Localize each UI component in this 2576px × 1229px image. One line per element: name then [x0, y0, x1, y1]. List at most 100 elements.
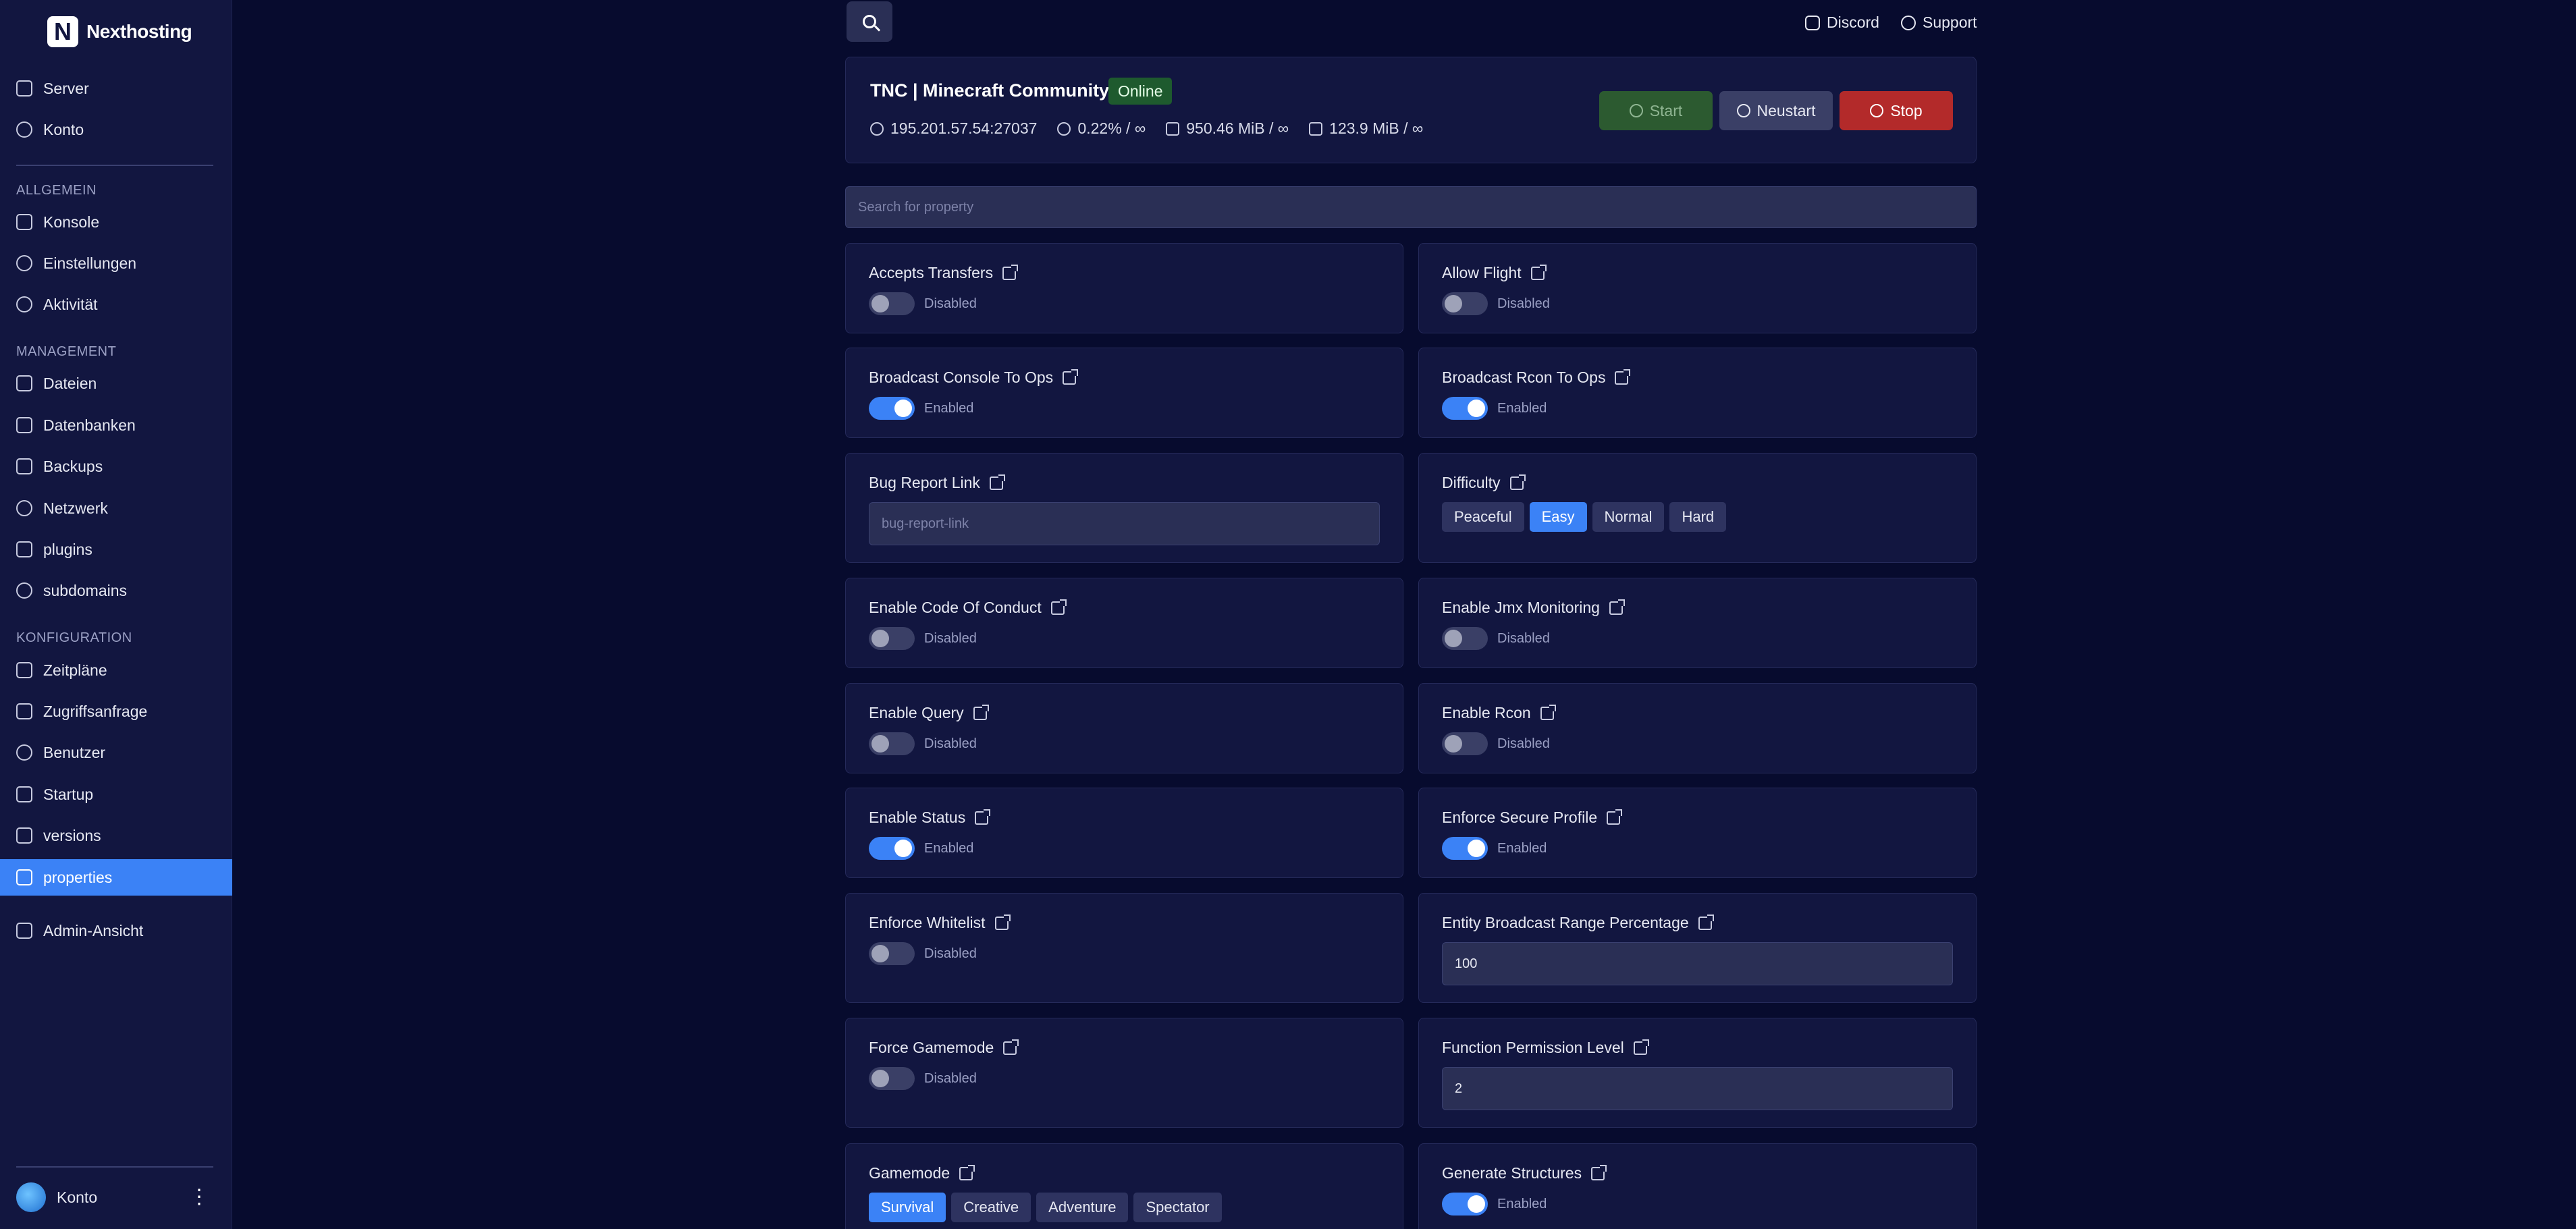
- sidebar-item-netzwerk[interactable]: Netzwerk: [0, 490, 232, 526]
- external-link-icon[interactable]: [975, 809, 991, 825]
- archive-icon: [16, 458, 32, 474]
- toggle-switch[interactable]: [869, 627, 915, 650]
- toggle-switch[interactable]: [1442, 1193, 1488, 1216]
- property-card-accepts-transfers: Accepts Transfers Disabled: [845, 243, 1403, 333]
- sidebar-item-zeitplaene[interactable]: Zeitpläne: [0, 652, 232, 688]
- gamemode-option-creative[interactable]: Creative: [951, 1193, 1031, 1222]
- external-link-icon[interactable]: [1607, 809, 1623, 825]
- toggle-switch[interactable]: [1442, 627, 1488, 650]
- external-link-icon[interactable]: [1540, 704, 1556, 720]
- sidebar-item-konsole[interactable]: Konsole: [0, 204, 232, 240]
- external-link-icon[interactable]: [1615, 368, 1631, 385]
- gamemode-option-survival[interactable]: Survival: [869, 1193, 946, 1222]
- disk-icon: [1309, 121, 1323, 136]
- sidebar-item-subdomains[interactable]: subdomains: [0, 572, 232, 609]
- sidebar-item-einstellungen[interactable]: Einstellungen: [0, 245, 232, 281]
- sidebar-item-server[interactable]: Server: [0, 70, 232, 107]
- account-menu[interactable]: Konto: [16, 1182, 97, 1212]
- property-search-input[interactable]: [845, 186, 1977, 228]
- property-toggle-row: Enabled: [1442, 837, 1547, 860]
- toggle-switch[interactable]: [869, 397, 915, 420]
- toggle-switch[interactable]: [1442, 732, 1488, 755]
- sidebar-item-label: Startup: [43, 785, 94, 803]
- toggle-switch[interactable]: [1442, 397, 1488, 420]
- sidebar-item-konto[interactable]: Konto: [0, 111, 232, 148]
- sidebar-item-startup[interactable]: Startup: [0, 776, 232, 813]
- external-link-icon[interactable]: [1063, 368, 1079, 385]
- sidebar-item-backups[interactable]: Backups: [0, 448, 232, 485]
- sidebar-divider: [16, 1166, 213, 1168]
- sidebar-item-properties[interactable]: properties: [0, 859, 232, 896]
- property-label: Enable Status: [869, 809, 966, 826]
- sidebar-item-datenbanken[interactable]: Datenbanken: [0, 407, 232, 443]
- difficulty-option-hard[interactable]: Hard: [1669, 502, 1727, 532]
- external-link-icon[interactable]: [989, 474, 1005, 490]
- property-toggle-row: Disabled: [1442, 732, 1550, 755]
- external-link-icon[interactable]: [1509, 474, 1526, 490]
- server-address[interactable]: 195.201.57.54:27037: [890, 119, 1037, 138]
- toggle-switch[interactable]: [869, 292, 915, 315]
- restart-button[interactable]: Neustart: [1719, 91, 1833, 130]
- more-options-icon[interactable]: ⋮: [189, 1186, 209, 1211]
- sidebar-item-aktivitaet[interactable]: Aktivität: [0, 286, 232, 323]
- difficulty-option-peaceful[interactable]: Peaceful: [1442, 502, 1524, 532]
- support-link[interactable]: Support: [1901, 13, 1977, 32]
- layers-icon: [16, 827, 32, 844]
- stop-icon: [1870, 104, 1884, 117]
- address-stat: 195.201.57.54:27037: [870, 119, 1037, 138]
- memory-usage: 950.46 MiB / ∞: [1186, 119, 1289, 137]
- external-link-icon[interactable]: [1591, 1164, 1607, 1180]
- sidebar-item-versions[interactable]: versions: [0, 817, 232, 854]
- sidebar-item-zugriffsanfrage[interactable]: Zugriffsanfrage: [0, 693, 232, 730]
- sidebar-item-label: Konsole: [43, 213, 100, 231]
- brand-logo[interactable]: N Nexthosting: [47, 16, 192, 47]
- sidebar-item-label: versions: [43, 826, 101, 844]
- toggle-switch[interactable]: [869, 942, 915, 965]
- stop-button[interactable]: Stop: [1840, 91, 1953, 130]
- external-link-icon[interactable]: [1002, 264, 1019, 280]
- toggle-knob: [1468, 840, 1485, 857]
- sidebar-item-label: Server: [43, 79, 89, 97]
- difficulty-option-easy[interactable]: Easy: [1529, 502, 1587, 532]
- toggle-switch[interactable]: [869, 732, 915, 755]
- external-link-icon[interactable]: [1698, 914, 1714, 930]
- external-link-icon[interactable]: [1530, 264, 1547, 280]
- property-card-enforce-secure-profile: Enforce Secure Profile Enabled: [1418, 788, 1977, 878]
- sidebar-item-label: Dateien: [43, 374, 97, 392]
- external-link-icon[interactable]: [994, 914, 1011, 930]
- toggle-switch[interactable]: [869, 1067, 915, 1090]
- external-link-icon[interactable]: [1003, 1039, 1019, 1055]
- external-link-icon[interactable]: [1609, 599, 1625, 615]
- sidebar-item-label: Netzwerk: [43, 499, 108, 517]
- admin-view-link[interactable]: Admin-Ansicht: [0, 912, 232, 949]
- difficulty-selector: Peaceful Easy Normal Hard: [1442, 502, 1727, 532]
- sidebar-item-benutzer[interactable]: Benutzer: [0, 734, 232, 771]
- start-button[interactable]: Start: [1599, 91, 1713, 130]
- sidebar-item-plugins[interactable]: plugins: [0, 531, 232, 568]
- entity-broadcast-range-input[interactable]: [1442, 942, 1953, 985]
- sidebar-item-label: properties: [43, 868, 113, 886]
- property-toggle-row: Disabled: [869, 732, 977, 755]
- toggle-knob: [871, 735, 889, 753]
- external-link-icon[interactable]: [973, 704, 989, 720]
- gamemode-option-adventure[interactable]: Adventure: [1036, 1193, 1129, 1222]
- toggle-switch[interactable]: [1442, 292, 1488, 315]
- sidebar-item-dateien[interactable]: Dateien: [0, 365, 232, 402]
- property-title: Bug Report Link: [869, 474, 1005, 492]
- function-permission-level-input[interactable]: [1442, 1067, 1953, 1110]
- network-icon: [16, 500, 32, 516]
- gamemode-option-spectator[interactable]: Spectator: [1133, 1193, 1222, 1222]
- discord-link[interactable]: Discord: [1805, 13, 1879, 32]
- difficulty-option-normal[interactable]: Normal: [1592, 502, 1665, 532]
- search-button[interactable]: [847, 1, 892, 42]
- external-link-icon[interactable]: [959, 1164, 975, 1180]
- toggle-switch[interactable]: [869, 837, 915, 860]
- section-label-management: MANAGEMENT: [16, 344, 117, 359]
- external-link-icon[interactable]: [1050, 599, 1067, 615]
- property-label: Enforce Secure Profile: [1442, 809, 1598, 826]
- account-label: Konto: [57, 1188, 98, 1206]
- toggle-switch[interactable]: [1442, 837, 1488, 860]
- bug-report-link-input[interactable]: [869, 502, 1380, 545]
- external-link-icon[interactable]: [1633, 1039, 1649, 1055]
- property-card-function-permission-level: Function Permission Level: [1418, 1018, 1977, 1128]
